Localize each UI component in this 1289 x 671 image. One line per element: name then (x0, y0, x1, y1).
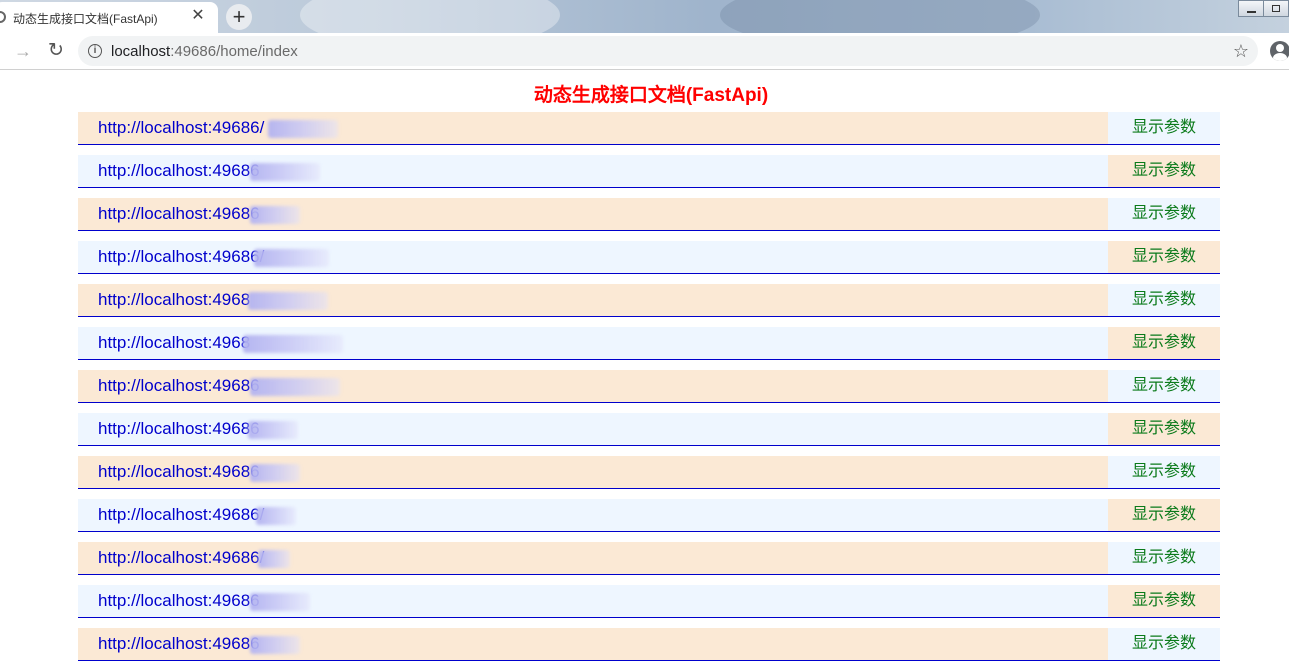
api-row: http://localhost:49686 显示参数 (78, 370, 1220, 403)
show-params-button[interactable]: 显示参数 (1108, 413, 1220, 445)
api-url-link[interactable]: http://localhost:49686 (78, 413, 1108, 445)
redacted-path (250, 593, 310, 611)
show-params-button[interactable]: 显示参数 (1108, 499, 1220, 531)
redacted-path (250, 163, 320, 181)
profile-icon[interactable] (1270, 41, 1289, 61)
api-row: http://localhost:49686 显示参数 (78, 585, 1220, 618)
star-icon[interactable]: ☆ (1233, 40, 1249, 62)
show-params-button[interactable]: 显示参数 (1108, 327, 1220, 359)
minimize-button[interactable] (1238, 0, 1264, 17)
api-row: http://localhost:49686/显示参数 (78, 112, 1220, 145)
page-title: 动态生成接口文档(FastApi) (533, 85, 769, 106)
show-params-button[interactable]: 显示参数 (1108, 456, 1220, 488)
maximize-button[interactable] (1263, 0, 1289, 17)
redacted-path (256, 507, 296, 525)
redacted-path (250, 636, 300, 654)
api-url-link[interactable]: http://localhost:49686/ (78, 499, 1108, 531)
address-url[interactable]: localhost:49686/home/index (111, 43, 298, 60)
redacted-path (250, 464, 300, 482)
api-url-text: http://localhost:49686 (98, 591, 260, 610)
api-row: http://localhost:49686 显示参数 (78, 198, 1220, 231)
show-params-button[interactable]: 显示参数 (1108, 155, 1220, 187)
redacted-path (250, 206, 300, 224)
api-row: http://localhost:49686 显示参数 (78, 413, 1220, 446)
info-icon[interactable]: i (88, 44, 102, 58)
api-url-text: http://localhost:4968 (98, 333, 251, 352)
redacted-path (248, 292, 328, 310)
api-list: http://localhost:49686/显示参数 http://localh… (78, 112, 1220, 671)
browser-tab[interactable]: 动态生成接口文档(FastApi) ✕ (0, 2, 218, 33)
api-row: http://localhost:4968 显示参数 (78, 284, 1220, 317)
api-url-text: http://localhost:49686 (98, 634, 260, 653)
api-url-link[interactable]: http://localhost:49686 (78, 155, 1108, 187)
new-tab-button[interactable]: + (226, 4, 252, 30)
api-url-link[interactable]: http://localhost:49686 (78, 585, 1108, 617)
api-url-link[interactable]: http://localhost:49686/ (78, 542, 1108, 574)
forward-arrow-icon[interactable]: → (11, 39, 35, 63)
api-url-text: http://localhost:49686/ (98, 247, 265, 266)
api-url-text: http://localhost:4968 (98, 290, 251, 309)
globe-icon (0, 11, 6, 23)
api-url-text: http://localhost:49686 (98, 204, 260, 223)
show-params-button[interactable]: 显示参数 (1108, 628, 1220, 660)
window-controls (1238, 0, 1289, 18)
browser-toolbar: → ↻ i localhost:49686/home/index ☆ (0, 33, 1289, 70)
show-params-button[interactable]: 显示参数 (1108, 585, 1220, 617)
tab-title: 动态生成接口文档(FastApi) (13, 12, 158, 26)
api-url-text: http://localhost:49686/ (98, 505, 265, 524)
api-url-text: http://localhost:49686 (98, 419, 260, 438)
api-row: http://localhost:49686/显示参数 (78, 241, 1220, 274)
api-url-link[interactable]: http://localhost:49686 (78, 198, 1108, 230)
redacted-path (248, 421, 298, 439)
redacted-path (254, 249, 329, 267)
api-url-link[interactable]: http://localhost:4968 (78, 327, 1108, 359)
api-row: http://localhost:49686 显示参数 (78, 456, 1220, 489)
api-row: http://localhost:49686/显示参数 (78, 499, 1220, 532)
close-icon[interactable]: ✕ (189, 7, 207, 25)
address-host: localhost (111, 43, 171, 60)
browser-tabstrip: 动态生成接口文档(FastApi) ✕ + (0, 0, 1289, 33)
api-row: http://localhost:4968 显示参数 (78, 327, 1220, 360)
address-path: :49686/home/index (170, 43, 298, 60)
show-params-button[interactable]: 显示参数 (1108, 542, 1220, 574)
api-url-link[interactable]: http://localhost:49686/ (78, 112, 1108, 144)
show-params-button[interactable]: 显示参数 (1108, 284, 1220, 316)
api-url-link[interactable]: http://localhost:49686/ (78, 241, 1108, 273)
api-url-text: http://localhost:49686 (98, 462, 260, 481)
show-params-button[interactable]: 显示参数 (1108, 198, 1220, 230)
background-decoration (720, 0, 1040, 33)
api-url-link[interactable]: http://localhost:49686 (78, 456, 1108, 488)
api-row: http://localhost:49686/显示参数 (78, 542, 1220, 575)
api-url-text: http://localhost:49686 (98, 161, 260, 180)
api-url-link[interactable]: http://localhost:4968 (78, 284, 1108, 316)
redacted-path (258, 550, 290, 568)
address-bar[interactable]: i localhost:49686/home/index ☆ (78, 36, 1258, 66)
show-params-button[interactable]: 显示参数 (1108, 241, 1220, 273)
api-row: http://localhost:49686 显示参数 (78, 628, 1220, 661)
api-url-text: http://localhost:49686 (98, 376, 260, 395)
api-url-text: http://localhost:49686/ (98, 118, 265, 137)
api-url-text: http://localhost:49686/ (98, 548, 265, 567)
background-decoration (300, 0, 560, 33)
redacted-path (243, 335, 343, 353)
reload-icon[interactable]: ↻ (44, 39, 68, 63)
api-url-link[interactable]: http://localhost:49686 (78, 370, 1108, 402)
api-row: http://localhost:49686 显示参数 (78, 155, 1220, 188)
api-url-link[interactable]: http://localhost:49686 (78, 628, 1108, 660)
show-params-button[interactable]: 显示参数 (1108, 112, 1220, 144)
redacted-path (250, 378, 340, 396)
redacted-path (268, 120, 338, 138)
show-params-button[interactable]: 显示参数 (1108, 370, 1220, 402)
